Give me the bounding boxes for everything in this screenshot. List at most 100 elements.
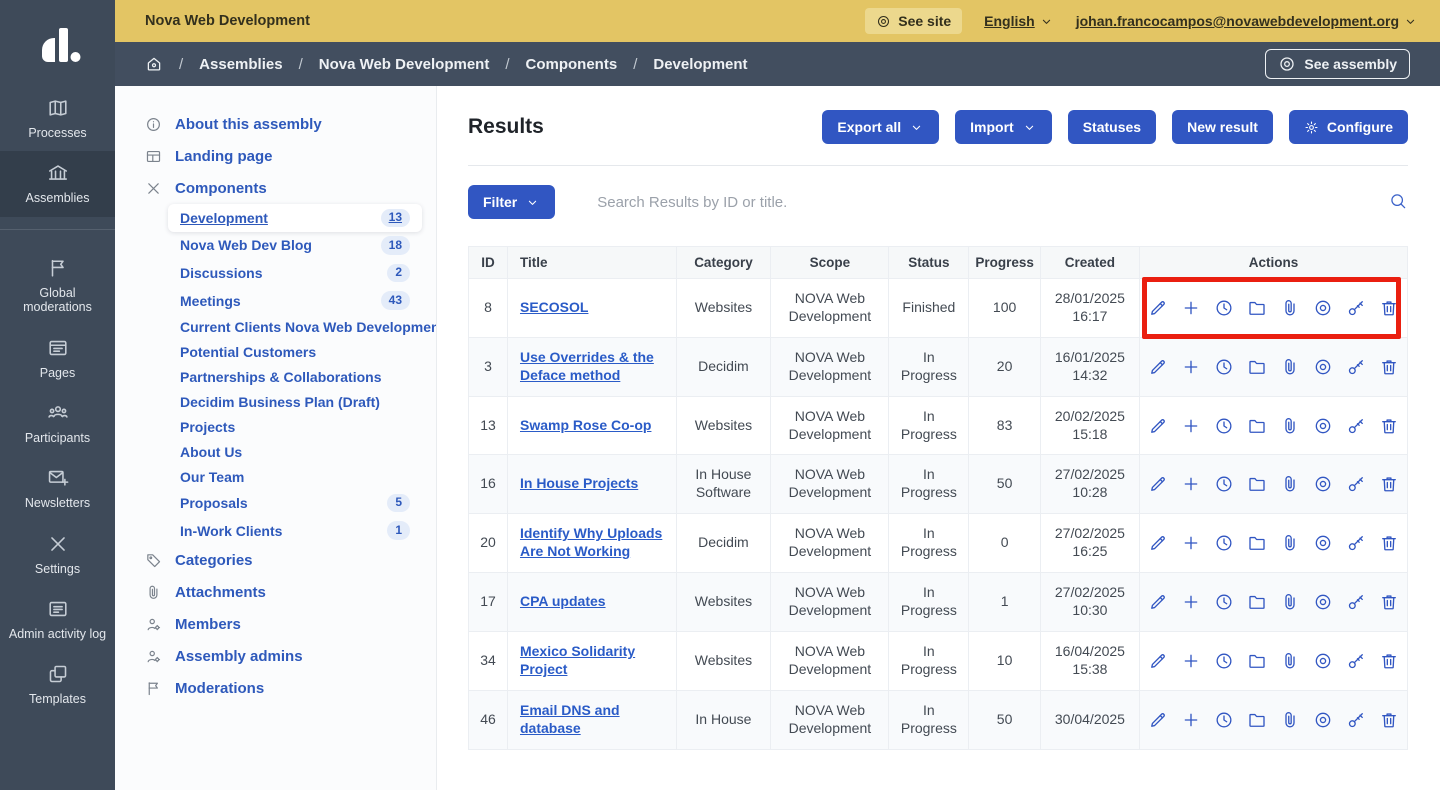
new-action-icon[interactable] [1181, 710, 1201, 730]
edit-action-icon[interactable] [1148, 298, 1168, 318]
delete-action-icon[interactable] [1379, 533, 1399, 553]
permissions-action-icon[interactable] [1346, 592, 1366, 612]
folder-action-icon[interactable] [1247, 651, 1267, 671]
configure-button[interactable]: Configure [1289, 110, 1408, 144]
history-action-icon[interactable] [1214, 416, 1234, 436]
permissions-action-icon[interactable] [1346, 416, 1366, 436]
delete-action-icon[interactable] [1379, 416, 1399, 436]
delete-action-icon[interactable] [1379, 651, 1399, 671]
component-item-our-team[interactable]: Our Team [168, 464, 422, 489]
breadcrumb-item-development[interactable]: Development [653, 56, 747, 73]
edit-action-icon[interactable] [1148, 533, 1168, 553]
sidebar-item-global-moderations[interactable]: Global moderations [0, 246, 115, 326]
edit-action-icon[interactable] [1148, 474, 1168, 494]
sidebar-item-processes[interactable]: Processes [0, 86, 115, 151]
edit-action-icon[interactable] [1148, 651, 1168, 671]
attachments-action-icon[interactable] [1280, 592, 1300, 612]
see-assembly-button[interactable]: See assembly [1265, 49, 1410, 79]
assembly-menu-categories[interactable]: Categories [115, 545, 436, 577]
result-title-link[interactable]: Identify Why Uploads Are Not Working [520, 525, 662, 559]
folder-action-icon[interactable] [1247, 474, 1267, 494]
result-title-link[interactable]: Mexico Solidarity Project [520, 643, 635, 677]
export-all-button[interactable]: Export all [822, 110, 939, 144]
preview-action-icon[interactable] [1313, 651, 1333, 671]
permissions-action-icon[interactable] [1346, 298, 1366, 318]
new-action-icon[interactable] [1181, 533, 1201, 553]
sidebar-item-templates[interactable]: Templates [0, 652, 115, 717]
history-action-icon[interactable] [1214, 474, 1234, 494]
history-action-icon[interactable] [1214, 533, 1234, 553]
attachments-action-icon[interactable] [1280, 533, 1300, 553]
preview-action-icon[interactable] [1313, 710, 1333, 730]
history-action-icon[interactable] [1214, 592, 1234, 612]
permissions-action-icon[interactable] [1346, 710, 1366, 730]
new-action-icon[interactable] [1181, 592, 1201, 612]
result-title-link[interactable]: SECOSOL [520, 299, 588, 315]
sidebar-item-pages[interactable]: Pages [0, 326, 115, 391]
folder-action-icon[interactable] [1247, 416, 1267, 436]
attachments-action-icon[interactable] [1280, 357, 1300, 377]
history-action-icon[interactable] [1214, 298, 1234, 318]
permissions-action-icon[interactable] [1346, 651, 1366, 671]
component-item-development[interactable]: Development 13 [168, 204, 422, 232]
component-item-projects[interactable]: Projects [168, 414, 422, 439]
edit-action-icon[interactable] [1148, 592, 1168, 612]
permissions-action-icon[interactable] [1346, 533, 1366, 553]
assembly-menu-attachments[interactable]: Attachments [115, 577, 436, 609]
edit-action-icon[interactable] [1148, 710, 1168, 730]
user-menu[interactable]: johan.francocampos@novawebdevelopment.or… [1076, 13, 1418, 29]
preview-action-icon[interactable] [1313, 533, 1333, 553]
preview-action-icon[interactable] [1313, 298, 1333, 318]
new-action-icon[interactable] [1181, 651, 1201, 671]
component-item-nova-web-dev-blog[interactable]: Nova Web Dev Blog 18 [168, 232, 422, 260]
home-icon[interactable] [145, 55, 163, 73]
attachments-action-icon[interactable] [1280, 298, 1300, 318]
assembly-menu-assembly-admins[interactable]: Assembly admins [115, 641, 436, 673]
component-item-current-clients-nova-web-development[interactable]: Current Clients Nova Web Development [168, 314, 422, 339]
component-item-about-us[interactable]: About Us [168, 439, 422, 464]
decidim-logo[interactable] [0, 0, 115, 86]
sidebar-item-admin-activity-log[interactable]: Admin activity log [0, 587, 115, 652]
language-selector[interactable]: English [984, 13, 1054, 29]
result-title-link[interactable]: In House Projects [520, 475, 638, 491]
delete-action-icon[interactable] [1379, 357, 1399, 377]
delete-action-icon[interactable] [1379, 592, 1399, 612]
search-button[interactable] [1388, 191, 1408, 214]
history-action-icon[interactable] [1214, 357, 1234, 377]
breadcrumb-item-nova-web-development[interactable]: Nova Web Development [319, 56, 490, 73]
folder-action-icon[interactable] [1247, 298, 1267, 318]
search-input[interactable] [595, 193, 1376, 212]
assembly-menu-landing-page[interactable]: Landing page [115, 140, 436, 172]
component-item-potential-customers[interactable]: Potential Customers [168, 339, 422, 364]
delete-action-icon[interactable] [1379, 298, 1399, 318]
component-item-proposals[interactable]: Proposals 5 [168, 489, 422, 517]
component-item-meetings[interactable]: Meetings 43 [168, 287, 422, 315]
result-title-link[interactable]: Use Overrides & the Deface method [520, 349, 654, 383]
permissions-action-icon[interactable] [1346, 357, 1366, 377]
filter-button[interactable]: Filter [468, 185, 555, 219]
preview-action-icon[interactable] [1313, 592, 1333, 612]
assembly-menu-members[interactable]: Members [115, 609, 436, 641]
component-item-decidim-business-plan-draft[interactable]: Decidim Business Plan (Draft) [168, 389, 422, 414]
assembly-menu-about-this-assembly[interactable]: About this assembly [115, 108, 436, 140]
import-button[interactable]: Import [955, 110, 1052, 144]
new-action-icon[interactable] [1181, 416, 1201, 436]
assembly-menu-moderations[interactable]: Moderations [115, 673, 436, 705]
sidebar-item-newsletters[interactable]: Newsletters [0, 456, 115, 521]
folder-action-icon[interactable] [1247, 710, 1267, 730]
new-action-icon[interactable] [1181, 474, 1201, 494]
component-item-in-work-clients[interactable]: In-Work Clients 1 [168, 517, 422, 545]
organization-name[interactable]: Nova Web Development [145, 13, 310, 29]
new-result-button[interactable]: New result [1172, 110, 1273, 144]
history-action-icon[interactable] [1214, 651, 1234, 671]
breadcrumb-item-assemblies[interactable]: Assemblies [199, 56, 282, 73]
component-item-discussions[interactable]: Discussions 2 [168, 259, 422, 287]
attachments-action-icon[interactable] [1280, 416, 1300, 436]
permissions-action-icon[interactable] [1346, 474, 1366, 494]
history-action-icon[interactable] [1214, 710, 1234, 730]
see-site-link[interactable]: See site [865, 8, 962, 34]
preview-action-icon[interactable] [1313, 357, 1333, 377]
statuses-button[interactable]: Statuses [1068, 110, 1156, 144]
folder-action-icon[interactable] [1247, 592, 1267, 612]
result-title-link[interactable]: CPA updates [520, 593, 606, 609]
